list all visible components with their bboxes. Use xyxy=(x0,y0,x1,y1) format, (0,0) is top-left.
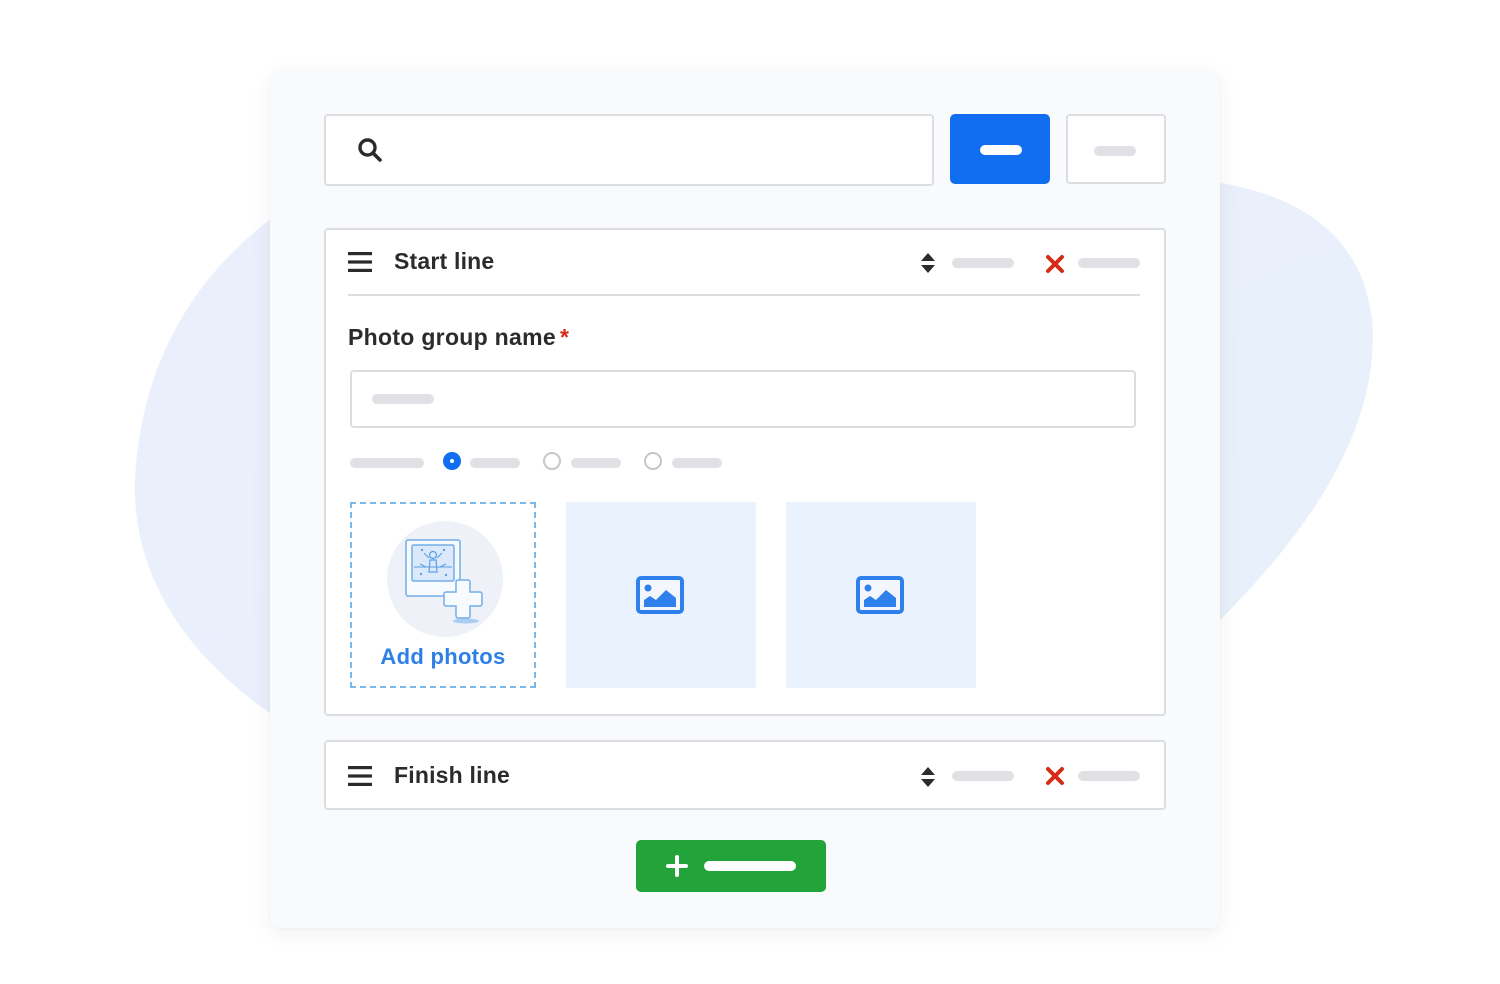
required-mark: * xyxy=(559,324,570,350)
close-icon[interactable] xyxy=(1045,766,1065,786)
menu-icon[interactable] xyxy=(348,766,372,786)
photo-thumbnail[interactable] xyxy=(566,502,756,688)
add-photos-button[interactable]: Add photos xyxy=(350,502,536,688)
section-start-line: Start line Photo group name * Add photos xyxy=(324,228,1166,716)
radio-option-3[interactable] xyxy=(644,452,662,470)
plus-icon xyxy=(666,855,688,877)
delete-label-placeholder xyxy=(1078,771,1140,781)
primary-button[interactable] xyxy=(950,114,1050,184)
radio-option-1[interactable] xyxy=(443,452,461,470)
sort-label-placeholder xyxy=(952,258,1014,268)
menu-icon[interactable] xyxy=(348,252,372,272)
image-icon xyxy=(636,576,684,614)
header-divider xyxy=(348,294,1140,296)
section-header[interactable]: Finish line xyxy=(326,742,1164,808)
image-icon xyxy=(856,576,904,614)
sort-icon[interactable] xyxy=(920,252,936,274)
photo-group-name-label: Photo group name * xyxy=(348,324,570,350)
section-title: Start line xyxy=(394,248,495,274)
editor-card: Start line Photo group name * Add photos… xyxy=(270,70,1220,928)
delete-label-placeholder xyxy=(1078,258,1140,268)
photo-thumbnail[interactable] xyxy=(786,502,976,688)
add-section-button[interactable] xyxy=(636,840,826,892)
close-icon[interactable] xyxy=(1045,254,1065,274)
add-photo-illustration-icon xyxy=(387,521,503,637)
section-title: Finish line xyxy=(394,762,510,788)
section-finish-line: Finish line xyxy=(324,740,1166,810)
search-icon xyxy=(358,138,382,162)
label-placeholder xyxy=(704,861,796,871)
radio-option-label-placeholder xyxy=(571,458,621,468)
radio-option-label-placeholder xyxy=(470,458,520,468)
radio-group-label-placeholder xyxy=(350,458,424,468)
photo-group-name-field[interactable] xyxy=(350,370,1136,428)
sort-icon[interactable] xyxy=(920,766,936,788)
radio-group xyxy=(350,452,750,474)
radio-option-label-placeholder xyxy=(672,458,722,468)
radio-option-2[interactable] xyxy=(543,452,561,470)
search-input[interactable] xyxy=(324,114,934,186)
label-placeholder xyxy=(980,145,1022,155)
label-placeholder xyxy=(1094,146,1136,156)
secondary-button[interactable] xyxy=(1066,114,1166,184)
sort-label-placeholder xyxy=(952,771,1014,781)
section-header[interactable]: Start line xyxy=(326,230,1164,296)
add-photos-label: Add photos xyxy=(380,644,506,669)
input-placeholder xyxy=(372,394,434,404)
